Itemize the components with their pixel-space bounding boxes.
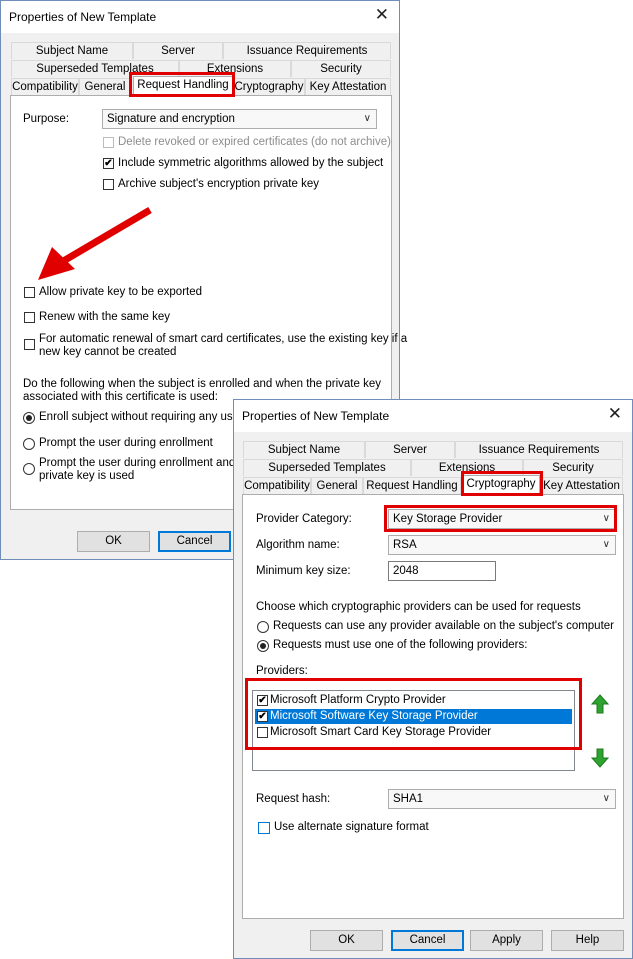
algorithm-combo[interactable]: RSA ∨ (388, 535, 616, 555)
tab-key-attestation[interactable]: Key Attestation (540, 477, 623, 494)
allow-export-checkbox[interactable] (24, 287, 35, 298)
tab-extensions[interactable]: Extensions (411, 459, 523, 476)
archive-key-label: Archive subject's encryption private key (118, 178, 319, 190)
tab-security[interactable]: Security (523, 459, 623, 476)
ok-button[interactable]: OK (310, 930, 383, 951)
request-hash-label: Request hash: (256, 793, 331, 805)
prompt-and-label-line2: private key is used (39, 470, 135, 482)
min-key-label: Minimum key size: (256, 565, 351, 577)
tab-general[interactable]: General (79, 78, 131, 95)
min-key-value: 2048 (393, 565, 419, 577)
tab-request-handling[interactable]: Request Handling (133, 76, 233, 96)
prompt-and-radio[interactable] (23, 463, 35, 475)
tab-subject-name[interactable]: Subject Name (243, 441, 365, 458)
title-bar: Properties of New Template ✕ (1, 1, 399, 33)
tab-compatibility[interactable]: Compatibility (11, 78, 79, 95)
tab-general[interactable]: General (311, 477, 363, 494)
renew-same-key-checkbox[interactable] (24, 312, 35, 323)
provider-category-label: Provider Category: (256, 513, 352, 525)
chevron-down-icon: ∨ (602, 793, 610, 804)
provider-checkbox[interactable] (257, 727, 268, 738)
green-up-arrow-icon[interactable] (591, 694, 609, 714)
provider-name: Microsoft Software Key Storage Provider (270, 710, 478, 722)
any-provider-label: Requests can use any provider available … (273, 620, 615, 632)
tab-superseded-templates[interactable]: Superseded Templates (243, 459, 411, 476)
min-key-input[interactable]: 2048 (388, 561, 496, 581)
allow-export-label: Allow private key to be exported (39, 286, 203, 298)
must-use-label: Requests must use one of the following p… (273, 639, 528, 651)
window-title: Properties of New Template (9, 10, 157, 24)
must-use-radio[interactable] (257, 640, 269, 652)
help-button[interactable]: Help (551, 930, 624, 951)
dialog-cryptography: Properties of New Template ✕ Subject Nam… (233, 399, 633, 959)
include-symmetric-label: Include symmetric algorithms allowed by … (118, 157, 384, 169)
prompt-and-label-line1: Prompt the user during enrollment and re… (39, 457, 256, 469)
enroll-without-radio[interactable] (23, 412, 35, 424)
provider-name: Microsoft Smart Card Key Storage Provide… (270, 726, 492, 738)
include-symmetric-checkbox[interactable]: ✔ (103, 158, 114, 169)
tab-cryptography[interactable]: Cryptography (462, 475, 540, 495)
chevron-down-icon: ∨ (602, 513, 610, 524)
enroll-without-label: Enroll subject without requiring any use… (39, 411, 256, 423)
provider-name: Microsoft Platform Crypto Provider (270, 694, 446, 706)
tab-server[interactable]: Server (365, 441, 455, 458)
delete-revoked-checkbox[interactable] (103, 137, 114, 148)
purpose-value: Signature and encryption (107, 113, 235, 125)
any-provider-radio[interactable] (257, 621, 269, 633)
chevron-down-icon: ∨ (602, 539, 610, 550)
tab-compatibility[interactable]: Compatibility (243, 477, 311, 494)
provider-checkbox[interactable]: ✔ (257, 711, 268, 722)
delete-revoked-label: Delete revoked or expired certificates (… (118, 136, 391, 148)
request-hash-value: SHA1 (393, 793, 424, 805)
tab-superseded-templates[interactable]: Superseded Templates (11, 60, 179, 77)
apply-button[interactable]: Apply (470, 930, 543, 951)
close-icon[interactable]: ✕ (608, 404, 622, 424)
tab-subject-name[interactable]: Subject Name (11, 42, 133, 59)
request-hash-combo[interactable]: SHA1 ∨ (388, 789, 616, 809)
list-item[interactable]: ✔ Microsoft Platform Crypto Provider (255, 693, 572, 708)
auto-renew-checkbox[interactable] (24, 339, 35, 350)
archive-key-checkbox[interactable] (103, 179, 114, 190)
renew-same-key-label: Renew with the same key (39, 311, 171, 323)
auto-renew-label-line1: For automatic renewal of smart card cert… (39, 333, 408, 345)
alt-signature-checkbox[interactable] (258, 822, 270, 834)
tab-key-attestation[interactable]: Key Attestation (305, 78, 391, 95)
alt-signature-label: Use alternate signature format (274, 821, 429, 833)
list-item[interactable]: ✔ Microsoft Software Key Storage Provide… (255, 709, 572, 724)
title-bar: Properties of New Template ✕ (234, 400, 632, 432)
green-down-arrow-icon[interactable] (591, 748, 609, 768)
provider-checkbox[interactable]: ✔ (257, 695, 268, 706)
following-text-line1: Do the following when the subject is enr… (23, 378, 381, 390)
window-title: Properties of New Template (242, 409, 390, 423)
tab-cryptography[interactable]: Cryptography (233, 78, 305, 95)
tab-issuance-requirements[interactable]: Issuance Requirements (223, 42, 391, 59)
close-icon[interactable]: ✕ (375, 5, 389, 25)
tab-server[interactable]: Server (133, 42, 223, 59)
tab-issuance-requirements[interactable]: Issuance Requirements (455, 441, 623, 458)
providers-label: Providers: (256, 665, 308, 677)
algorithm-value: RSA (393, 539, 417, 551)
following-text-line2: associated with this certificate is used… (23, 391, 218, 403)
red-arrow-icon (38, 206, 152, 280)
prompt-during-radio[interactable] (23, 438, 35, 450)
purpose-label: Purpose: (23, 113, 70, 125)
provider-category-value: Key Storage Provider (393, 513, 503, 525)
algorithm-label: Algorithm name: (256, 539, 340, 551)
cancel-button[interactable]: Cancel (158, 531, 231, 552)
cancel-button[interactable]: Cancel (391, 930, 464, 951)
list-item[interactable]: Microsoft Smart Card Key Storage Provide… (255, 725, 572, 740)
chevron-down-icon: ∨ (363, 113, 371, 124)
tab-security[interactable]: Security (291, 60, 391, 77)
tab-extensions[interactable]: Extensions (179, 60, 291, 77)
ok-button[interactable]: OK (77, 531, 150, 552)
providers-list[interactable]: ✔ Microsoft Platform Crypto Provider ✔ M… (252, 690, 575, 771)
provider-category-combo[interactable]: Key Storage Provider ∨ (388, 509, 616, 529)
prompt-during-label: Prompt the user during enrollment (39, 437, 213, 449)
auto-renew-label-line2: new key cannot be created (39, 346, 177, 358)
purpose-combo[interactable]: Signature and encryption ∨ (102, 109, 377, 129)
tab-request-handling[interactable]: Request Handling (363, 477, 461, 494)
choose-providers-label: Choose which cryptographic providers can… (256, 601, 581, 613)
